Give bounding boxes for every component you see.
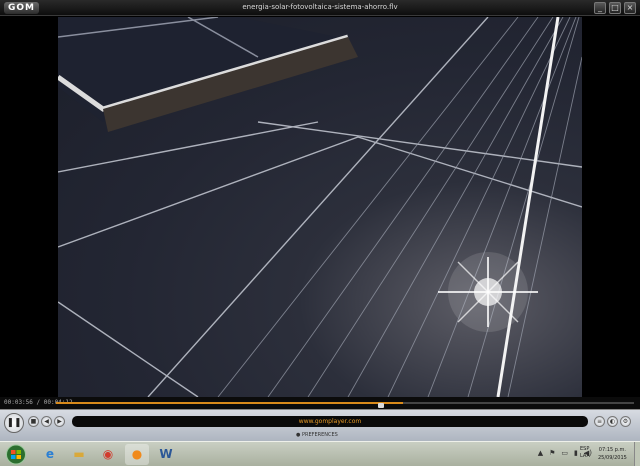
tray-expand-icon[interactable]: ▲ — [538, 449, 543, 457]
solar-panel-image — [58, 17, 582, 397]
preferences-label: PREFERENCES — [301, 432, 338, 438]
gom-logo[interactable]: GOM — [4, 2, 39, 14]
playlist-icon: ≡ — [596, 418, 603, 425]
clock[interactable]: 07:15 p.m. 25/09/2015 — [598, 446, 627, 462]
maximize-icon: □ — [611, 3, 619, 12]
status-row: 00:03:56 / 00:04:12 — [0, 397, 640, 409]
display-icon[interactable]: ▭ — [561, 449, 568, 457]
stop-icon: ■ — [30, 418, 37, 425]
show-desktop-button[interactable] — [634, 442, 640, 466]
settings-icon: ⚙ — [622, 418, 629, 425]
video-area[interactable] — [0, 17, 640, 397]
language-code: ESP — [580, 446, 590, 452]
title-bar[interactable]: GOM energia-solar-fotovoltaica-sistema-a… — [0, 0, 640, 16]
pause-button[interactable]: ❚❚ — [4, 413, 24, 433]
preferences-link[interactable]: ● PREFERENCES — [296, 432, 338, 438]
previous-button[interactable]: ◀ — [41, 416, 52, 427]
seek-bar-progress — [56, 402, 403, 404]
chrome-icon[interactable]: ◉ — [96, 444, 120, 465]
video-frame-solar-panels — [58, 17, 582, 397]
next-icon: ▶ — [57, 418, 62, 425]
stop-button[interactable]: ■ — [28, 416, 39, 427]
gom-player-window: GOM energia-solar-fotovoltaica-sistema-a… — [0, 0, 640, 466]
minimize-icon: _ — [598, 3, 602, 12]
flag-icon[interactable]: ⚑ — [549, 449, 555, 457]
minimize-button[interactable]: _ — [594, 2, 606, 14]
volume-button[interactable]: ◐ — [607, 416, 618, 427]
windows-taskbar: e ▬ ◉ ● W ▲ ⚑ ▭ ▮ ◀) ESP LAA 07:15 p.m. 25/0… — [0, 441, 640, 466]
language-indicator[interactable]: ESP LAA — [580, 446, 590, 460]
start-button[interactable] — [1, 444, 31, 465]
network-icon[interactable]: ▮ — [574, 449, 578, 457]
close-button[interactable]: × — [624, 2, 636, 14]
seek-bar[interactable] — [56, 402, 634, 404]
maximize-button[interactable]: □ — [609, 2, 621, 14]
previous-icon: ◀ — [44, 418, 49, 425]
sun-glare — [438, 252, 538, 332]
ie-icon[interactable]: e — [38, 444, 62, 465]
pause-icon: ❚❚ — [6, 418, 22, 428]
preferences-icon: ● — [296, 432, 301, 438]
clock-time: 07:15 p.m. — [598, 447, 627, 453]
seek-thumb[interactable] — [378, 403, 384, 408]
gom-icon[interactable]: ● — [125, 444, 149, 465]
volume-icon: ◐ — [609, 418, 616, 425]
clock-date: 25/09/2015 — [598, 455, 627, 461]
playlist-button[interactable]: ≡ — [594, 416, 605, 427]
close-icon: × — [626, 3, 634, 12]
next-button[interactable]: ▶ — [54, 416, 65, 427]
window-title: energia-solar-fotovoltaica-sistema-ahorr… — [242, 3, 398, 11]
info-display[interactable]: www.gomplayer.com — [72, 416, 588, 427]
folder-icon[interactable]: ▬ — [67, 444, 91, 465]
settings-button[interactable]: ⚙ — [620, 416, 631, 427]
language-sub: LAA — [580, 453, 590, 459]
control-bar: ❚❚ ■ ◀ ▶ www.gomplayer.com ≡ ◐ ⚙ ● PREFE… — [0, 409, 640, 441]
word-icon[interactable]: W — [154, 444, 178, 465]
